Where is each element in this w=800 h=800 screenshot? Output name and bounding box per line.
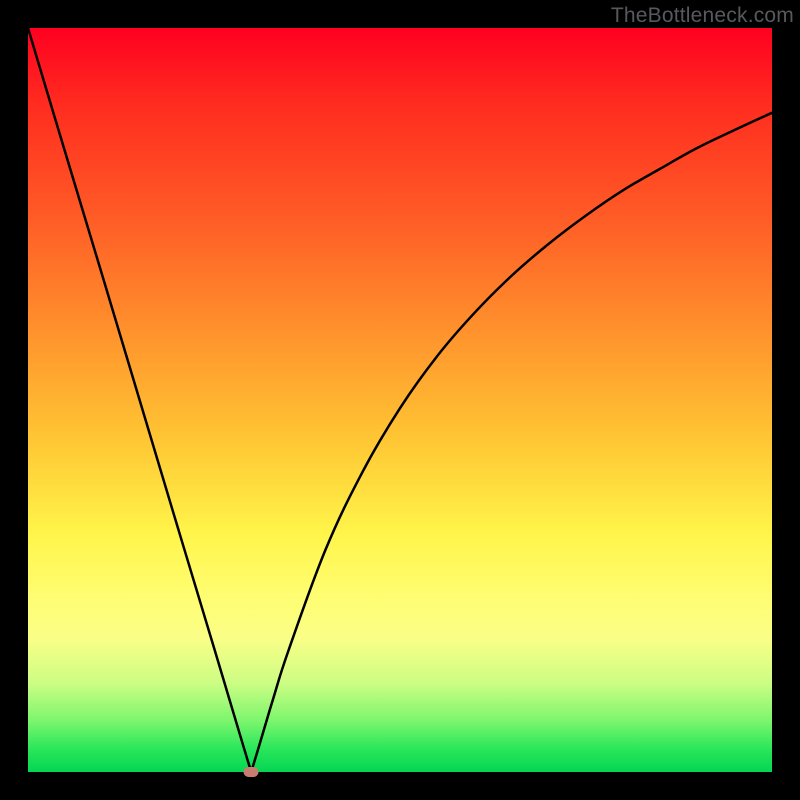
curve-svg	[28, 28, 772, 772]
bottleneck-curve	[28, 28, 772, 772]
watermark-text: TheBottleneck.com	[611, 4, 794, 28]
plot-area	[28, 28, 772, 772]
minimum-marker	[244, 767, 259, 777]
chart-frame: TheBottleneck.com	[0, 0, 800, 800]
